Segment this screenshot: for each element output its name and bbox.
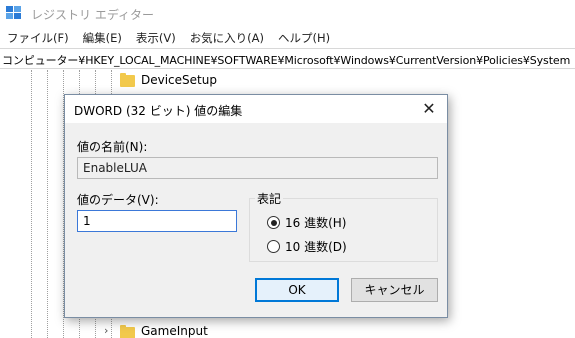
value-data-label: 値のデータ(V): [77, 193, 159, 207]
title-bar: レジストリ エディター [0, 0, 575, 27]
radio-decimal[interactable]: 10 進数(D) [267, 238, 347, 255]
menu-favorites[interactable]: お気に入り(A) [183, 27, 271, 47]
window-title: レジストリ エディター [31, 8, 154, 22]
radio-selected-icon [267, 216, 280, 229]
menu-help[interactable]: ヘルプ(H) [271, 27, 337, 47]
tree-guide-line [47, 70, 48, 338]
address-bar[interactable]: コンピューター¥HKEY_LOCAL_MACHINE¥SOFTWARE¥Micr… [0, 48, 575, 69]
menu-file[interactable]: ファイル(F) [0, 27, 76, 47]
registry-editor-icon [6, 6, 21, 19]
tree-guide-line [31, 70, 32, 338]
radio-hexadecimal[interactable]: 16 進数(H) [267, 214, 346, 231]
menu-view[interactable]: 表示(V) [129, 27, 183, 47]
radio-dec-label: 10 進数(D) [285, 240, 347, 254]
value-name-label: 値の名前(N): [77, 140, 148, 154]
radio-hex-label: 16 進数(H) [285, 216, 347, 230]
tree-item-label: GameInput [141, 324, 208, 338]
dialog-title-bar: DWORD (32 ビット) 値の編集 ✕ [65, 95, 447, 123]
ok-button[interactable]: OK [255, 278, 339, 302]
menu-bar: ファイル(F) 編集(E) 表示(V) お気に入り(A) ヘルプ(H) [0, 27, 337, 47]
close-icon[interactable]: ✕ [417, 98, 441, 120]
base-group-label: 表記 [255, 190, 284, 207]
folder-icon [120, 325, 135, 338]
folder-icon [120, 73, 135, 87]
chevron-right-icon[interactable]: › [104, 324, 108, 337]
value-name-field: EnableLUA [77, 157, 438, 179]
value-data-input[interactable]: 1 [77, 210, 237, 232]
dialog-title: DWORD (32 ビット) 値の編集 [74, 104, 243, 118]
edit-dword-dialog: DWORD (32 ビット) 値の編集 ✕ 値の名前(N): EnableLUA… [64, 94, 448, 318]
cancel-button[interactable]: キャンセル [351, 278, 438, 302]
radio-unselected-icon [267, 240, 280, 253]
menu-edit[interactable]: 編集(E) [76, 27, 129, 47]
address-path: コンピューター¥HKEY_LOCAL_MACHINE¥SOFTWARE¥Micr… [2, 54, 571, 67]
tree-item-label: DeviceSetup [141, 73, 217, 87]
